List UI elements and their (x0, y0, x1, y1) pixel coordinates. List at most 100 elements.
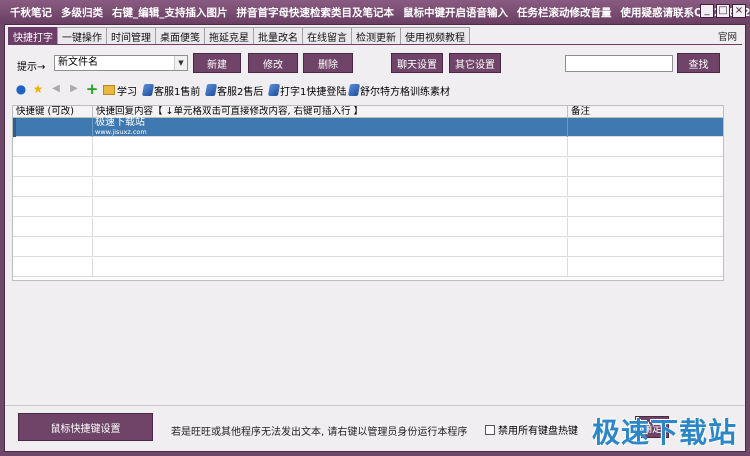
tab-one-click[interactable]: 一键操作 (57, 27, 107, 45)
cell-content-main: 极速下载站 (95, 117, 145, 128)
cell-note[interactable] (568, 218, 723, 237)
chevron-down-icon[interactable]: ▼ (174, 56, 187, 70)
header-content[interactable]: 快捷回复内容【 ↓单元格双击可直接修改内容, 右键可插入行 】 (93, 106, 568, 118)
tab-online-message[interactable]: 在线留言 (302, 27, 352, 45)
table-row[interactable] (13, 178, 723, 197)
back-icon[interactable]: ◀ (49, 82, 63, 96)
cell-hotkey[interactable] (13, 258, 93, 277)
table-row[interactable] (13, 218, 723, 237)
close-button[interactable]: × (732, 4, 746, 18)
note-icon (204, 84, 218, 96)
study-folder[interactable]: 学习 (103, 82, 137, 98)
official-site-link[interactable]: 官网 (718, 29, 737, 43)
delete-button[interactable]: 删除 (303, 53, 353, 73)
schulte-training-label: 舒尔特方格训练素材 (360, 86, 450, 98)
tab-time-management[interactable]: 时间管理 (106, 27, 156, 45)
tab-check-update[interactable]: 检测更新 (351, 27, 401, 45)
note-icon (267, 84, 281, 96)
cell-hotkey[interactable] (13, 218, 93, 237)
cell-content[interactable] (93, 198, 568, 217)
title-segment: 千秋笔记 (10, 6, 52, 19)
globe-icon[interactable]: ● (14, 82, 28, 96)
search-button[interactable]: 查找 (677, 53, 720, 73)
edit-button[interactable]: 修改 (248, 53, 298, 73)
checkbox-box[interactable] (485, 424, 495, 435)
hint-label: 提示→ (17, 62, 46, 73)
typing-login-link[interactable]: 打字1快捷登陆 (267, 82, 347, 98)
cs-presale-label: 客服1售前 (154, 86, 201, 98)
title-segment: 鼠标中键开启语音输入 (403, 6, 508, 19)
cell-content[interactable] (93, 238, 568, 257)
bottom-panel: 鼠标快捷键设置 若是旺旺或其他程序无法发出文本, 请右键以管理员身份运行本程序 … (5, 405, 745, 451)
watermark-logo: 极速下载站 (591, 416, 737, 449)
tab-quick-typing[interactable]: 快捷打字 (8, 27, 58, 45)
tab-desktop-notes[interactable]: 桌面便笺 (155, 27, 205, 45)
toolbar: 提示→ 新文件名 ▼ 新建 修改 删除 聊天设置 其它设置 查找 (5, 51, 745, 75)
cs-aftersale-label: 客服2售后 (217, 86, 264, 98)
table-row[interactable] (13, 258, 723, 277)
category-select[interactable]: 新文件名 ▼ (54, 55, 188, 71)
tab-anti-procrastination[interactable]: 拖延克星 (204, 27, 254, 45)
note-icon (347, 84, 361, 96)
cell-hotkey[interactable] (13, 198, 93, 217)
header-note[interactable]: 备注 (568, 106, 723, 118)
cell-hotkey[interactable] (13, 238, 93, 257)
cell-content[interactable] (93, 158, 568, 177)
window-controls: _ □ × (700, 4, 746, 18)
cell-note[interactable] (568, 178, 723, 197)
icon-toolbar: ● ★ ◀ ▶ + 学习 客服1售前 客服2售后 打字1快捷登陆 舒尔特方格训练… (5, 81, 745, 99)
main-panel: 快捷打字 一键操作 时间管理 桌面便笺 拖延克星 批量改名 在线留言 检测更新 … (4, 24, 746, 452)
cell-note[interactable] (568, 198, 723, 217)
schulte-training-link[interactable]: 舒尔特方格训练素材 (347, 82, 450, 98)
cell-note[interactable] (568, 118, 723, 137)
cell-note[interactable] (568, 138, 723, 157)
cell-hotkey[interactable] (13, 138, 93, 157)
study-label: 学习 (117, 86, 137, 98)
cell-hotkey[interactable] (13, 158, 93, 177)
title-segment: 拼音首字母快速检索类目及笔记本 (236, 6, 395, 19)
tab-video-tutorial[interactable]: 使用视频教程 (400, 27, 470, 45)
cell-content[interactable] (93, 258, 568, 277)
note-icon (141, 84, 155, 96)
cell-hotkey[interactable] (13, 118, 93, 137)
cs-aftersale-link[interactable]: 客服2售后 (204, 82, 264, 98)
cell-hotkey[interactable] (13, 178, 93, 197)
table-row[interactable] (13, 238, 723, 257)
title-segment: 多级归类 (61, 6, 103, 19)
admin-notice: 若是旺旺或其他程序无法发出文本, 请右键以管理员身份运行本程序 (171, 427, 468, 438)
table-row[interactable] (13, 138, 723, 157)
maximize-button[interactable]: □ (716, 4, 730, 18)
table-row[interactable] (13, 158, 723, 177)
table-row[interactable]: 极速下载站 www.jisuxz.com (13, 118, 723, 137)
disable-hotkeys-checkbox[interactable]: 禁用所有键盘热键 (485, 422, 578, 437)
cell-content[interactable] (93, 138, 568, 157)
other-settings-button[interactable]: 其它设置 (449, 53, 501, 73)
mouse-hotkey-settings-button[interactable]: 鼠标快捷键设置 (18, 413, 153, 441)
add-icon[interactable]: + (85, 81, 99, 96)
star-icon[interactable]: ★ (31, 82, 45, 96)
title-bar: 千秋笔记 多级归类 右键_编辑_支持插入图片 拼音首字母快速检索类目及笔记本 鼠… (0, 0, 750, 24)
header-hotkey[interactable]: 快捷键 (可改) (13, 106, 93, 118)
table-row[interactable] (13, 198, 723, 217)
folder-icon (103, 85, 115, 95)
title-segment: 右键_编辑_支持插入图片 (112, 6, 228, 19)
cell-note[interactable] (568, 238, 723, 257)
disable-hotkeys-label: 禁用所有键盘热键 (498, 426, 578, 437)
cs-presale-link[interactable]: 客服1售前 (141, 82, 201, 98)
cell-content[interactable]: 极速下载站 www.jisuxz.com (93, 118, 568, 137)
cell-note[interactable] (568, 258, 723, 277)
category-select-value: 新文件名 (58, 57, 98, 68)
search-input[interactable] (565, 55, 673, 72)
new-button[interactable]: 新建 (193, 53, 241, 73)
forward-icon[interactable]: ▶ (67, 82, 81, 96)
cell-content[interactable] (93, 178, 568, 197)
typing-login-label: 打字1快捷登陆 (280, 86, 347, 98)
tab-divider (8, 44, 742, 45)
minimize-button[interactable]: _ (700, 4, 714, 18)
tab-bar: 快捷打字 一键操作 时间管理 桌面便笺 拖延克星 批量改名 在线留言 检测更新 … (8, 27, 470, 45)
title-segment: 任务栏滚动修改音量 (517, 6, 612, 19)
cell-content[interactable] (93, 218, 568, 237)
tab-batch-rename[interactable]: 批量改名 (253, 27, 303, 45)
chat-settings-button[interactable]: 聊天设置 (391, 53, 443, 73)
cell-note[interactable] (568, 158, 723, 177)
